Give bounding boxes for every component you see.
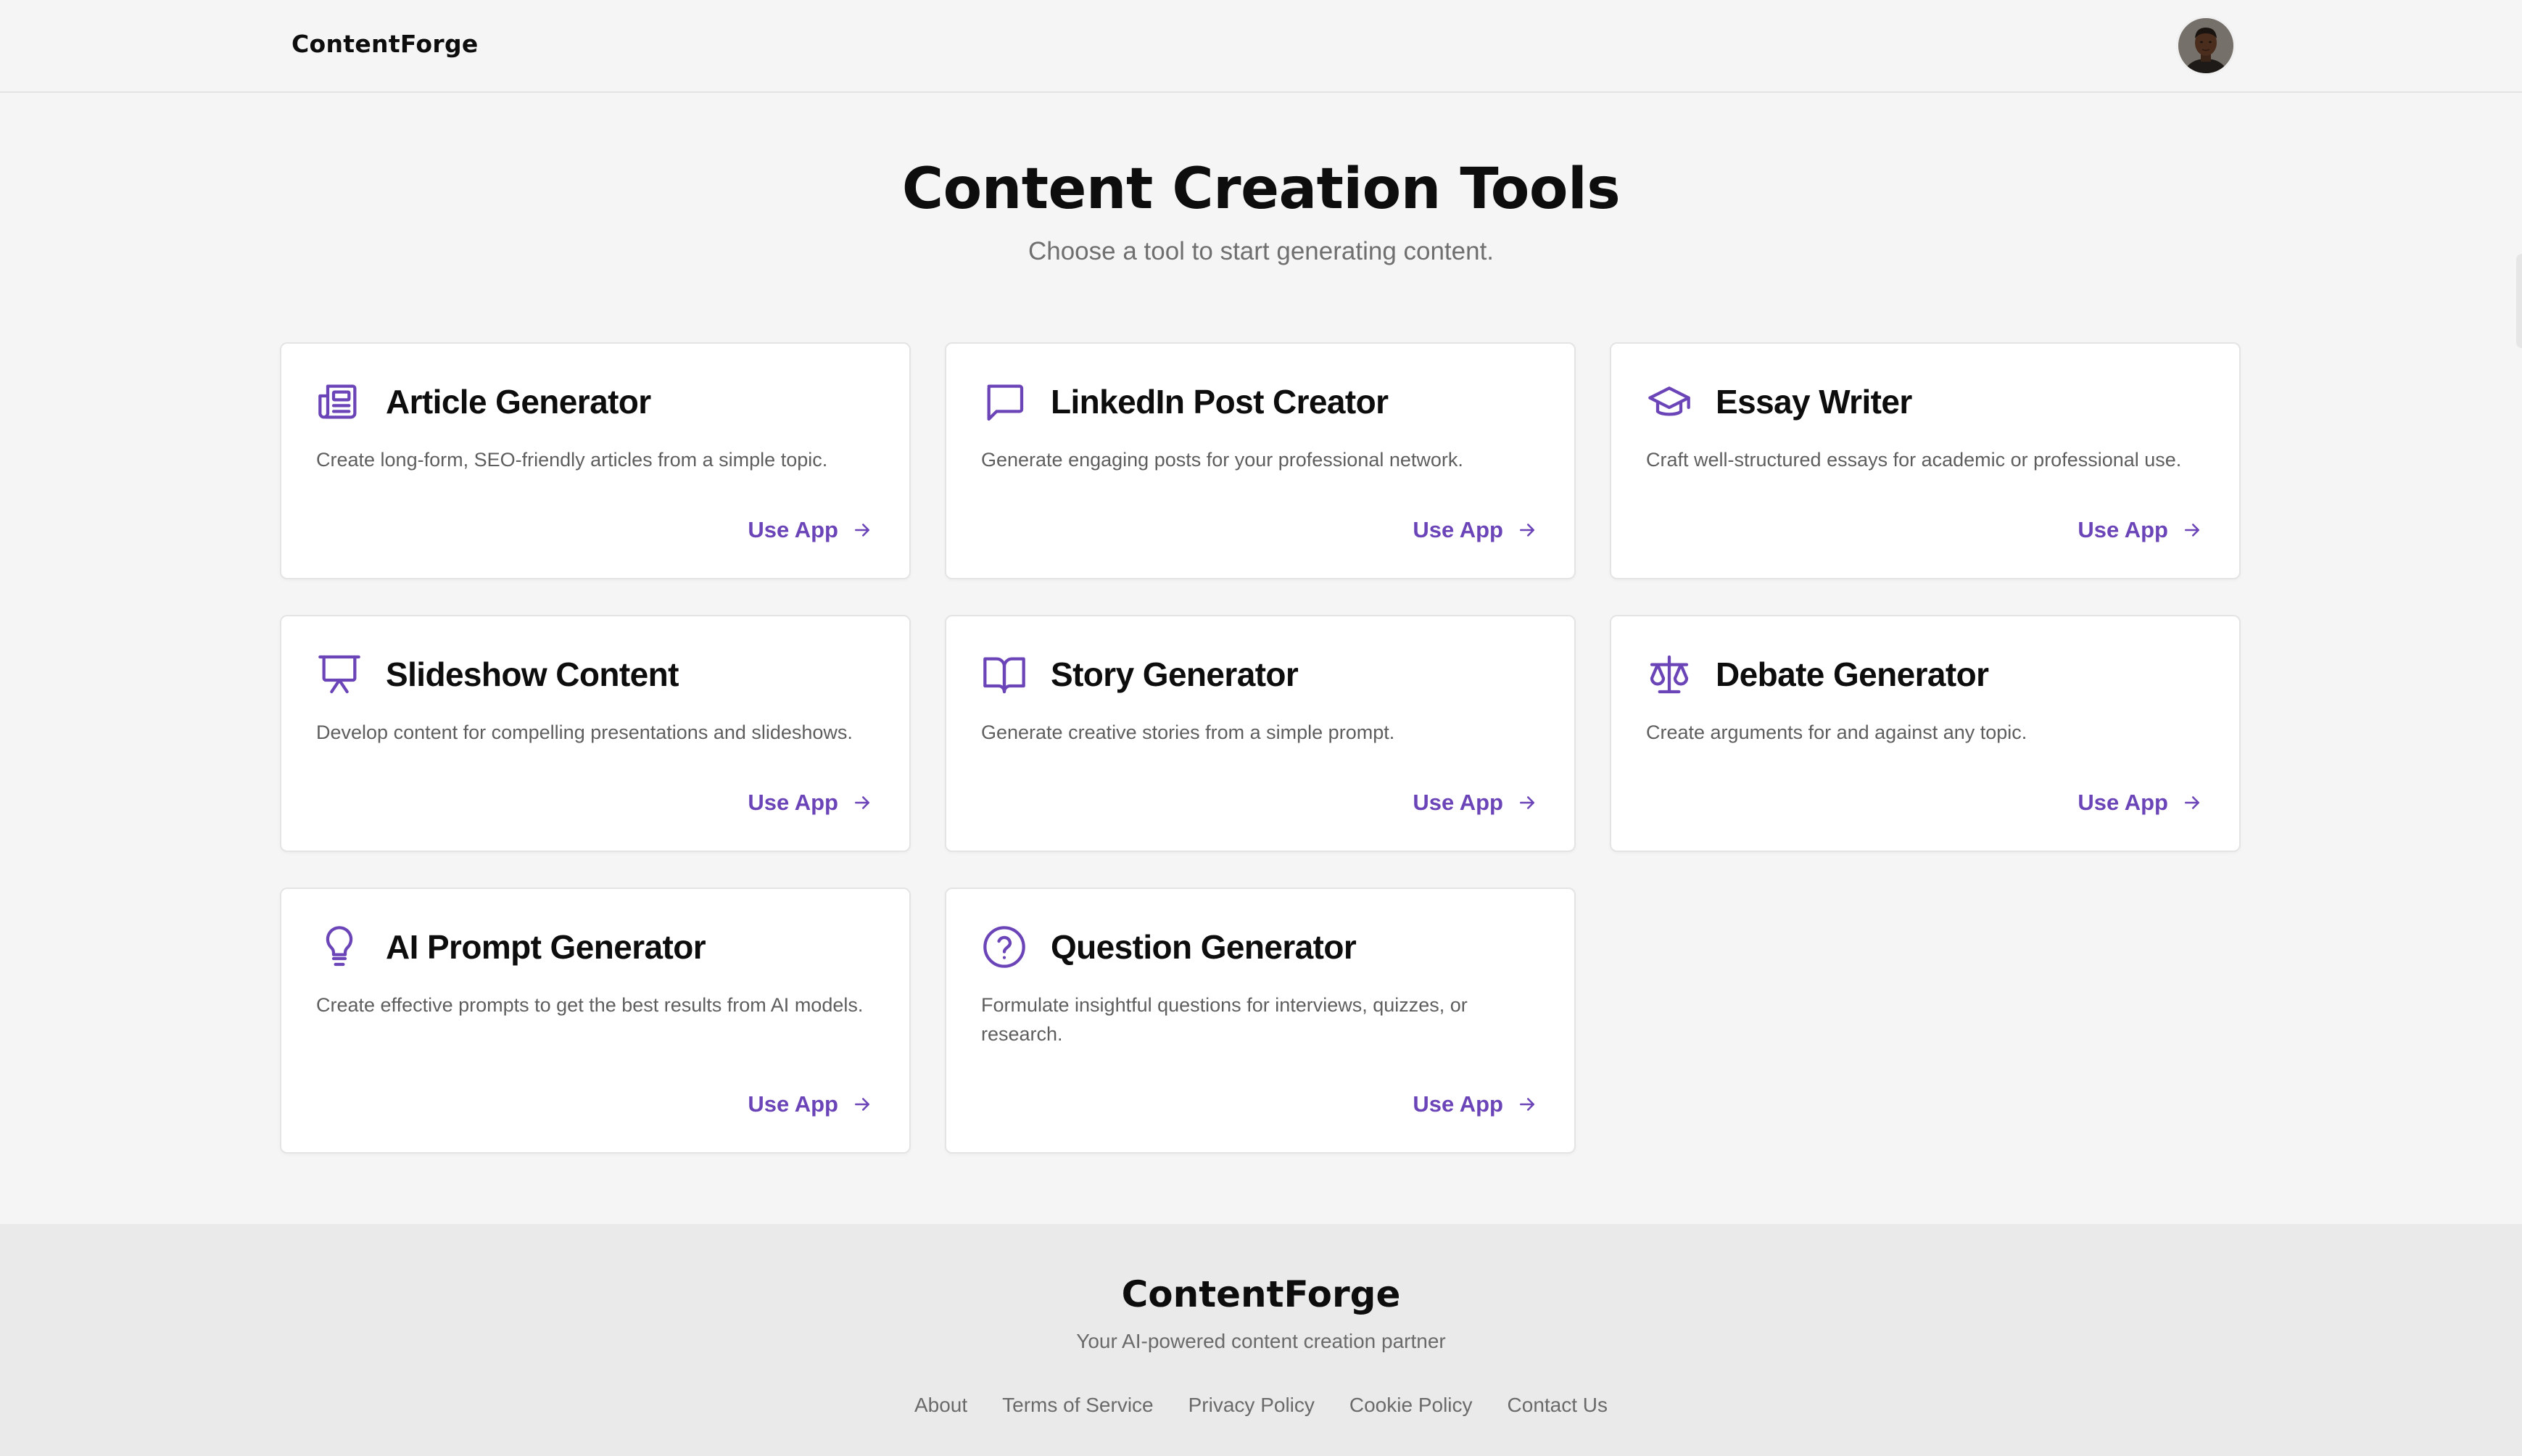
newspaper-icon <box>316 379 363 425</box>
question-circle-icon <box>981 924 1028 970</box>
footer-link-terms[interactable]: Terms of Service <box>1002 1391 1154 1420</box>
page-title: Content Creation Tools <box>901 157 1621 222</box>
use-app-link[interactable]: Use App <box>748 1090 873 1119</box>
tool-card-debate-generator[interactable]: Debate Generator Create arguments for an… <box>1610 615 2241 852</box>
arrow-right-icon <box>1516 1093 1538 1115</box>
brand-logo[interactable]: ContentForge <box>292 26 479 62</box>
use-app-link[interactable]: Use App <box>1413 1090 1538 1119</box>
lightbulb-icon <box>316 924 363 970</box>
card-description: Create arguments for and against any top… <box>1646 721 2027 743</box>
use-app-link[interactable]: Use App <box>1413 788 1538 817</box>
chat-bubble-icon <box>981 379 1028 425</box>
use-app-label: Use App <box>748 790 838 815</box>
card-title: LinkedIn Post Creator <box>1051 383 1389 421</box>
footer-link-privacy[interactable]: Privacy Policy <box>1188 1391 1315 1420</box>
use-app-link[interactable]: Use App <box>748 516 873 545</box>
page-subtitle: Choose a tool to start generating conten… <box>1028 237 1494 265</box>
card-description: Formulate insightful questions for inter… <box>981 994 1468 1045</box>
footer-link-cookie[interactable]: Cookie Policy <box>1349 1391 1473 1420</box>
tool-card-essay-writer[interactable]: Essay Writer Craft well-structured essay… <box>1610 342 2241 579</box>
card-description: Craft well-structured essays for academi… <box>1646 449 2182 471</box>
use-app-link[interactable]: Use App <box>1413 516 1538 545</box>
arrow-right-icon <box>2181 792 2203 814</box>
card-title: Slideshow Content <box>386 655 679 693</box>
avatar-image <box>2178 18 2233 73</box>
card-title: Debate Generator <box>1716 655 1989 693</box>
use-app-label: Use App <box>748 517 838 542</box>
scale-icon <box>1646 651 1692 698</box>
footer-link-about[interactable]: About <box>914 1391 967 1420</box>
tool-card-linkedin-post-creator[interactable]: LinkedIn Post Creator Generate engaging … <box>945 342 1576 579</box>
arrow-right-icon <box>1516 792 1538 814</box>
use-app-label: Use App <box>2077 790 2168 815</box>
card-description: Generate engaging posts for your profess… <box>981 449 1463 471</box>
card-description: Create long-form, SEO-friendly articles … <box>316 449 828 471</box>
tool-card-story-generator[interactable]: Story Generator Generate creative storie… <box>945 615 1576 852</box>
card-description: Develop content for compelling presentat… <box>316 721 853 743</box>
use-app-link[interactable]: Use App <box>2077 516 2203 545</box>
card-title: Story Generator <box>1051 655 1299 693</box>
use-app-link[interactable]: Use App <box>748 788 873 817</box>
user-avatar[interactable] <box>2178 18 2233 73</box>
use-app-link[interactable]: Use App <box>2077 788 2203 817</box>
open-book-icon <box>981 651 1028 698</box>
top-navbar: ContentForge <box>0 0 2522 93</box>
card-description: Create effective prompts to get the best… <box>316 994 864 1016</box>
tool-card-article-generator[interactable]: Article Generator Create long-form, SEO-… <box>280 342 911 579</box>
tool-card-slideshow-content[interactable]: Slideshow Content Develop content for co… <box>280 615 911 852</box>
arrow-right-icon <box>2181 519 2203 541</box>
footer-brand: ContentForge <box>1121 1273 1401 1315</box>
footer-tagline: Your AI-powered content creation partner <box>1076 1330 1446 1352</box>
use-app-label: Use App <box>1413 790 1503 815</box>
card-title: AI Prompt Generator <box>386 928 706 966</box>
arrow-right-icon <box>851 792 873 814</box>
arrow-right-icon <box>1516 519 1538 541</box>
site-footer: ContentForge Your AI-powered content cre… <box>0 1224 2522 1456</box>
card-title: Essay Writer <box>1716 383 1912 421</box>
use-app-label: Use App <box>1413 1091 1503 1117</box>
tool-card-question-generator[interactable]: Question Generator Formulate insightful … <box>945 888 1576 1154</box>
arrow-right-icon <box>851 519 873 541</box>
card-title: Article Generator <box>386 383 651 421</box>
footer-nav: About Terms of Service Privacy Policy Co… <box>0 1391 2522 1420</box>
presentation-icon <box>316 651 363 698</box>
graduation-cap-icon <box>1646 379 1692 425</box>
card-title: Question Generator <box>1051 928 1357 966</box>
use-app-label: Use App <box>748 1091 838 1117</box>
use-app-label: Use App <box>2077 517 2168 542</box>
tool-card-ai-prompt-generator[interactable]: AI Prompt Generator Create effective pro… <box>280 888 911 1154</box>
card-description: Generate creative stories from a simple … <box>981 721 1395 743</box>
use-app-label: Use App <box>1413 517 1503 542</box>
footer-link-contact[interactable]: Contact Us <box>1508 1391 1608 1420</box>
arrow-right-icon <box>851 1093 873 1115</box>
